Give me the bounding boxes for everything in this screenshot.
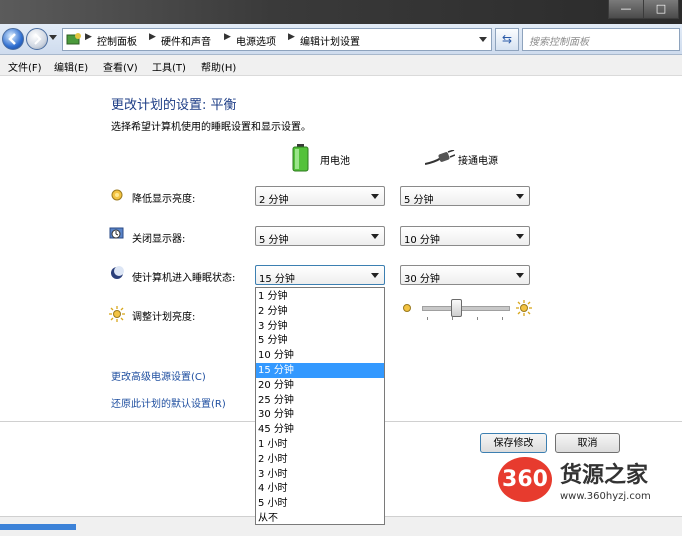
forward-arrow-icon <box>34 33 42 45</box>
column-battery-label: 用电池 <box>320 156 350 167</box>
dropdown-option[interactable]: 1 分钟 <box>256 289 384 304</box>
address-dropdown-icon[interactable] <box>479 37 487 43</box>
advanced-power-settings-link[interactable]: 更改高级电源设置(C) <box>111 368 206 383</box>
brightness-low-icon <box>403 304 411 312</box>
brightness-slider-track[interactable] <box>422 306 510 311</box>
setting-brightness-label: 调整计划亮度: <box>132 312 196 323</box>
display-off-icon <box>109 227 124 239</box>
back-arrow-icon <box>8 33 16 45</box>
brightness-icon <box>109 306 125 322</box>
dropdown-arrow-icon <box>371 194 379 199</box>
dropdown-arrow-icon <box>371 273 379 278</box>
breadcrumb-separator-icon: ▶ <box>85 32 92 42</box>
refresh-button[interactable]: ⇆ <box>495 28 519 51</box>
cancel-button[interactable]: 取消 <box>555 433 620 453</box>
dim-display-plugged-select[interactable]: 5 分钟 <box>400 186 530 206</box>
menu-edit[interactable]: 编辑(E) <box>54 59 88 74</box>
dropdown-arrow-icon <box>371 234 379 239</box>
brightness-slider-ticks <box>427 317 503 321</box>
dropdown-option[interactable]: 2 分钟 <box>256 304 384 319</box>
sleep-battery-select[interactable]: 15 分钟 <box>255 265 385 285</box>
navigation-bar: ▶ 控制面板 ▶ 硬件和声音 ▶ 电源选项 ▶ 编辑计划设置 ⇆ 搜索控制面板 <box>0 24 682 55</box>
forward-button[interactable] <box>26 28 48 50</box>
menu-view[interactable]: 查看(V) <box>103 59 138 74</box>
dropdown-arrow-icon <box>516 194 524 199</box>
control-panel-icon <box>66 33 81 45</box>
sleep-battery-dropdown-list: 1 分钟 2 分钟 3 分钟 5 分钟 10 分钟 15 分钟 20 分钟 25 分钟 30 分… <box>255 287 385 525</box>
brightness-high-icon <box>516 300 532 316</box>
turn-off-display-plugged-select[interactable]: 10 分钟 <box>400 226 530 246</box>
menu-file[interactable]: 文件(F) <box>8 59 42 74</box>
battery-icon <box>292 144 309 172</box>
menu-help[interactable]: 帮助(H) <box>201 59 236 74</box>
dropdown-option[interactable]: 45 分钟 <box>256 422 384 437</box>
watermark-title: 货源之家 <box>560 463 649 488</box>
dropdown-arrow-icon <box>516 234 524 239</box>
page-subtitle: 选择希望计算机使用的睡眠设置和显示设置。 <box>111 122 311 133</box>
dim-display-battery-select[interactable]: 2 分钟 <box>255 186 385 206</box>
select-value: 5 分钟 <box>404 195 434 206</box>
dropdown-option[interactable]: 10 分钟 <box>256 348 384 363</box>
search-placeholder: 搜索控制面板 <box>529 37 589 48</box>
dropdown-option[interactable]: 5 分钟 <box>256 333 384 348</box>
setting-sleep-label: 使计算机进入睡眠状态: <box>132 273 236 284</box>
search-input[interactable]: 搜索控制面板 <box>522 28 680 51</box>
select-value: 30 分钟 <box>404 274 440 285</box>
window-title-bar: — □ <box>0 0 682 24</box>
select-value: 2 分钟 <box>259 195 289 206</box>
dropdown-option[interactable]: 4 小时 <box>256 481 384 496</box>
dropdown-option[interactable]: 30 分钟 <box>256 407 384 422</box>
page-title: 更改计划的设置: 平衡 <box>111 98 237 113</box>
brightness-slider-thumb[interactable] <box>451 299 463 317</box>
status-progress-indicator <box>0 524 76 530</box>
menu-bar: 文件(F) 编辑(E) 查看(V) 工具(T) 帮助(H) <box>0 55 682 76</box>
sleep-plugged-select[interactable]: 30 分钟 <box>400 265 530 285</box>
history-dropdown-icon[interactable] <box>49 35 57 41</box>
breadcrumb-edit-plan[interactable]: 编辑计划设置 <box>300 33 360 48</box>
menu-tools[interactable]: 工具(T) <box>152 59 186 74</box>
select-value: 5 分钟 <box>259 235 289 246</box>
breadcrumb-power-options[interactable]: 电源选项 <box>236 33 276 48</box>
select-value: 15 分钟 <box>259 274 295 285</box>
breadcrumb-separator-icon: ▶ <box>149 32 156 42</box>
sleep-moon-icon <box>111 266 124 279</box>
refresh-icon: ⇆ <box>501 32 513 46</box>
dropdown-option[interactable]: 15 分钟 <box>256 363 384 378</box>
back-button[interactable] <box>2 28 24 50</box>
maximize-button[interactable]: □ <box>643 0 679 19</box>
column-plugged-label: 接通电源 <box>458 156 498 167</box>
minimize-button[interactable]: — <box>608 0 644 19</box>
dropdown-arrow-icon <box>516 273 524 278</box>
setting-turn-off-display-label: 关闭显示器: <box>132 234 186 245</box>
save-changes-button[interactable]: 保存修改 <box>480 433 547 453</box>
address-bar[interactable]: ▶ 控制面板 ▶ 硬件和声音 ▶ 电源选项 ▶ 编辑计划设置 <box>62 28 492 51</box>
dropdown-option[interactable]: 2 小时 <box>256 452 384 467</box>
select-value: 10 分钟 <box>404 235 440 246</box>
breadcrumb-separator-icon: ▶ <box>288 32 295 42</box>
watermark-logo: 360 <box>498 457 552 502</box>
breadcrumb-control-panel[interactable]: 控制面板 <box>97 33 137 48</box>
breadcrumb-hardware-sound[interactable]: 硬件和声音 <box>161 33 211 48</box>
watermark-url: www.360hyzj.com <box>560 491 651 502</box>
dropdown-option[interactable]: 从不 <box>256 511 384 526</box>
breadcrumb-separator-icon: ▶ <box>224 32 231 42</box>
dropdown-option[interactable]: 1 小时 <box>256 437 384 452</box>
dim-display-icon <box>111 189 123 201</box>
restore-defaults-link[interactable]: 还原此计划的默认设置(R) <box>111 395 226 410</box>
dropdown-option[interactable]: 5 小时 <box>256 496 384 511</box>
turn-off-display-battery-select[interactable]: 5 分钟 <box>255 226 385 246</box>
dropdown-option[interactable]: 3 小时 <box>256 467 384 482</box>
power-plug-icon <box>425 150 455 165</box>
dropdown-option[interactable]: 3 分钟 <box>256 319 384 334</box>
dropdown-option[interactable]: 25 分钟 <box>256 393 384 408</box>
setting-dim-display-label: 降低显示亮度: <box>132 194 196 205</box>
dropdown-option[interactable]: 20 分钟 <box>256 378 384 393</box>
